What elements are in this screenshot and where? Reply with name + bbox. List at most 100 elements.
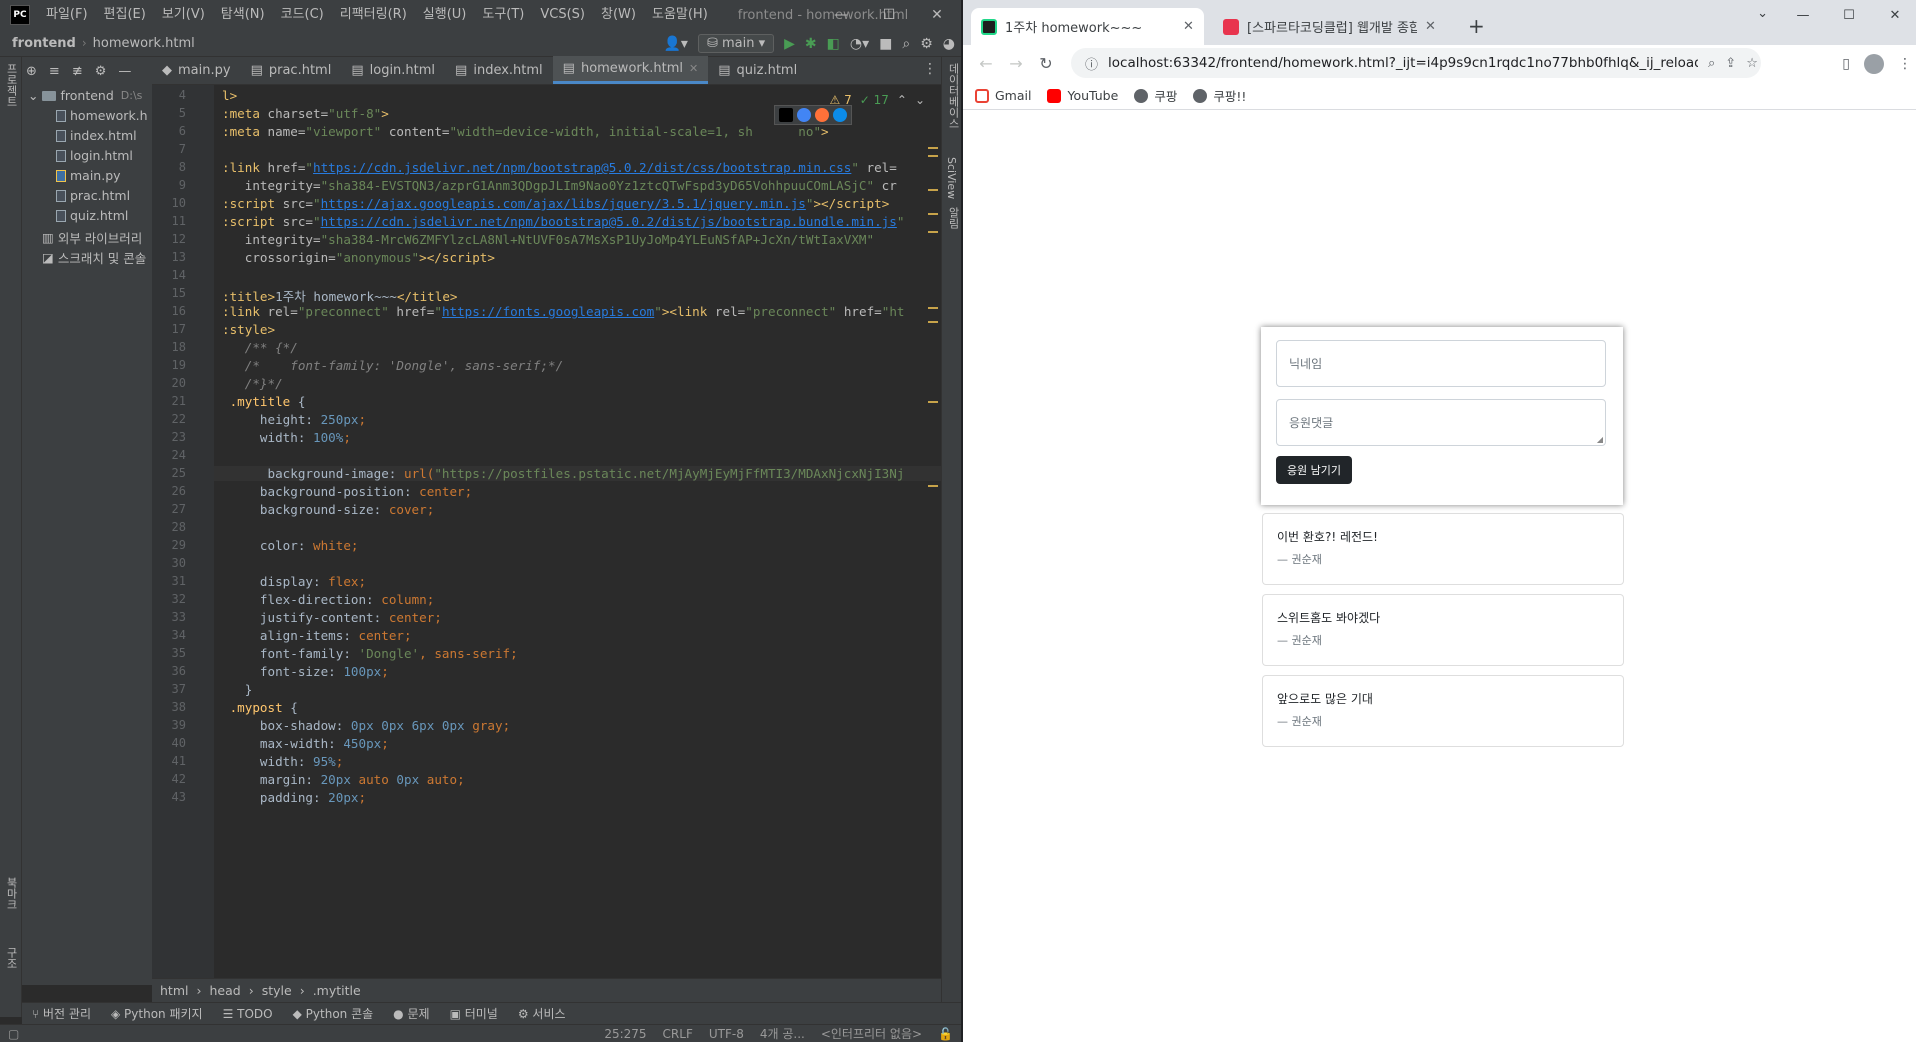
plugin-icon[interactable]: ◕ [943, 36, 955, 52]
tool-vcs[interactable]: ⑂ 버전 관리 [32, 1005, 91, 1022]
warning-mark[interactable] [928, 401, 938, 403]
warning-mark[interactable] [928, 231, 938, 233]
chevron-down-icon[interactable]: ⌄ [1757, 6, 1768, 21]
warning-mark[interactable] [928, 485, 938, 487]
tab-main-py[interactable]: ◆ main.py [152, 56, 241, 84]
tool-window-bookmarks[interactable]: 북마크 [3, 877, 19, 910]
more-vertical-icon[interactable]: ⋮ [923, 61, 937, 77]
menu-vcs[interactable]: VCS(S) [532, 0, 593, 30]
tree-file-login[interactable]: login.html [56, 148, 133, 163]
tree-root-frontend[interactable]: ⌄ frontend D:\s [28, 88, 142, 103]
gear-icon[interactable]: ⚙ [920, 36, 933, 52]
minimize-icon[interactable]: — [1780, 0, 1826, 30]
bookmark-coupang-2[interactable]: 쿠팡!! [1193, 86, 1246, 105]
tree-file-quiz[interactable]: quiz.html [56, 208, 128, 223]
avatar[interactable] [1864, 53, 1884, 74]
browser-tab-sparta[interactable]: [스파르타코딩클럽] 웹개발 종합 ✕ [1213, 8, 1446, 45]
warning-mark[interactable] [928, 321, 938, 323]
tool-window-notifications[interactable]: 알림 [945, 207, 961, 229]
side-panel-icon[interactable]: ▯ [1842, 56, 1850, 72]
tool-window-database[interactable]: 데이터베이스 [945, 63, 961, 129]
file-encoding[interactable]: UTF-8 [701, 1027, 752, 1041]
chrome-icon[interactable] [797, 108, 811, 122]
new-tab-icon[interactable]: + [1468, 14, 1485, 38]
menu-edit[interactable]: 편집(E) [96, 0, 154, 30]
run-icon[interactable]: ▶ [784, 36, 795, 52]
tab-login-html[interactable]: ▤ login.html [341, 56, 445, 84]
tool-python-console[interactable]: ◆ Python 콘솔 [293, 1005, 374, 1022]
browser-tab-homework[interactable]: 1주차 homework~~~ ✕ [971, 8, 1204, 45]
tree-scratches[interactable]: ◪ 스크래치 및 콘솔 [42, 248, 146, 267]
breadcrumb-html[interactable]: html [160, 983, 188, 998]
tab-prac-html[interactable]: ▤ prac.html [241, 56, 342, 84]
breadcrumb-mytitle[interactable]: .mytitle [313, 983, 361, 998]
user-icon[interactable]: 👤▾ [663, 36, 687, 52]
tool-todo[interactable]: ☰ TODO [223, 1007, 273, 1021]
tool-window-project[interactable]: 프로젝트 [3, 63, 19, 107]
coverage-icon[interactable]: ◧ [827, 36, 840, 52]
collapse-all-icon[interactable]: ≢ [72, 64, 83, 79]
tab-homework-html[interactable]: ▤ homework.html ✕ [552, 56, 709, 84]
menu-navigate[interactable]: 탐색(N) [213, 0, 273, 30]
breadcrumb-file[interactable]: homework.html [87, 36, 201, 51]
tool-services[interactable]: ⚙ 서비스 [518, 1005, 566, 1022]
info-icon[interactable]: ⓘ [1085, 54, 1098, 73]
close-icon[interactable]: ✕ [1872, 0, 1916, 30]
menu-run[interactable]: 실행(U) [415, 0, 475, 30]
profile-icon[interactable]: ◔▾ [850, 36, 869, 52]
reload-icon[interactable]: ↻ [1031, 54, 1061, 73]
address-bar[interactable]: ⓘ localhost:63342/frontend/homework.html… [1071, 48, 1761, 78]
close-icon[interactable]: ✕ [913, 0, 961, 30]
layout-icon[interactable]: ▢ [0, 1027, 27, 1041]
menu-code[interactable]: 코드(C) [273, 0, 332, 30]
line-separator[interactable]: CRLF [655, 1027, 701, 1041]
breadcrumb-style[interactable]: style [262, 983, 292, 998]
tool-problems[interactable]: ● 문제 [393, 1005, 429, 1022]
warning-mark[interactable] [928, 155, 938, 157]
menu-help[interactable]: 도움말(H) [644, 0, 716, 30]
tool-window-structure[interactable]: 구조 [3, 947, 19, 969]
expand-all-icon[interactable]: ≡ [49, 64, 60, 79]
menu-tools[interactable]: 도구(T) [474, 0, 532, 30]
submit-comment-button[interactable]: 응원 남기기 [1276, 456, 1352, 484]
menu-file[interactable]: 파일(F) [38, 0, 96, 30]
chevron-down-icon[interactable]: ⌄ [915, 93, 925, 107]
breadcrumb-project[interactable]: frontend [6, 36, 82, 51]
close-icon[interactable]: ✕ [689, 62, 698, 75]
tool-terminal[interactable]: ▣ 터미널 [450, 1005, 498, 1022]
minimize-icon[interactable]: — [817, 0, 865, 30]
bookmark-gmail[interactable]: Gmail [975, 88, 1031, 103]
share-icon[interactable]: ⇪ [1725, 56, 1736, 71]
run-config-selector[interactable]: ⛁ main ▾ [697, 34, 775, 53]
stop-icon[interactable]: ■ [879, 36, 892, 52]
tab-index-html[interactable]: ▤ index.html [445, 56, 553, 84]
error-stripe[interactable] [926, 85, 940, 978]
back-icon[interactable]: ← [971, 54, 1001, 73]
locate-icon[interactable]: ⊕ [26, 64, 37, 79]
search-icon[interactable]: ⌕ [902, 36, 910, 52]
nickname-input[interactable]: 닉네임 [1276, 340, 1606, 387]
maximize-icon[interactable]: ☐ [865, 0, 913, 30]
hide-icon[interactable]: — [118, 64, 131, 79]
tree-file-index[interactable]: index.html [56, 128, 137, 143]
tool-python-packages[interactable]: ◈ Python 패키지 [111, 1005, 203, 1022]
edge-icon[interactable] [833, 108, 847, 122]
warning-mark[interactable] [928, 189, 938, 191]
menu-refactor[interactable]: 리팩터링(R) [332, 0, 415, 30]
tree-file-main-py[interactable]: main.py [56, 168, 121, 183]
tree-file-prac[interactable]: prac.html [56, 188, 130, 203]
bookmark-coupang[interactable]: 쿠팡 [1134, 86, 1177, 105]
indent-setting[interactable]: 4개 공... [752, 1025, 813, 1042]
warning-mark[interactable] [928, 147, 938, 149]
forward-icon[interactable]: → [1001, 54, 1031, 73]
more-vertical-icon[interactable]: ⋮ [1898, 56, 1912, 72]
close-icon[interactable]: ✕ [1425, 19, 1436, 34]
caret-position[interactable]: 25:275 [596, 1027, 654, 1041]
zoom-icon[interactable]: ⌕ [1708, 56, 1715, 71]
debug-icon[interactable]: ✱ [805, 36, 817, 52]
url-text[interactable]: localhost:63342/frontend/homework.html?_… [1108, 55, 1698, 71]
warning-mark[interactable] [928, 213, 938, 215]
menu-window[interactable]: 창(W) [593, 0, 644, 30]
pycharm-icon[interactable] [779, 108, 793, 122]
comment-textarea[interactable]: 응원댓글 ◢ [1276, 399, 1606, 446]
